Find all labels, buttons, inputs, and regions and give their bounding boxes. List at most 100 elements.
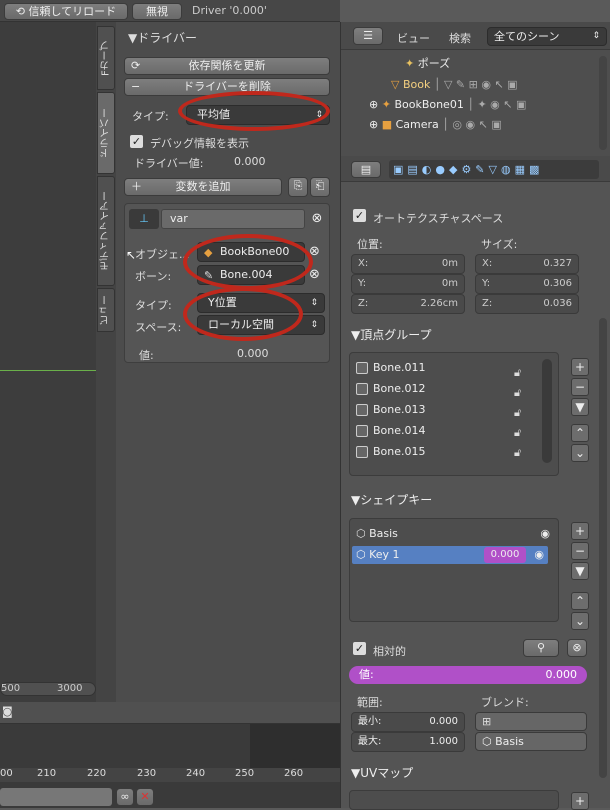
relative-label: 相対的	[373, 645, 406, 658]
editor-type-icon[interactable]: ☰	[353, 27, 383, 45]
close-icon[interactable]: ⊗	[309, 211, 325, 227]
menu-view[interactable]: ビュー	[397, 30, 430, 46]
properties-tabs: ▤ ▣▤◐●◆⚙✎▽◍▦▩	[341, 156, 610, 182]
shape-value-slider[interactable]: 値: 0.000	[349, 666, 587, 684]
outliner-item[interactable]: ✦ ポーズ	[405, 55, 450, 73]
outliner-scrollbar[interactable]	[599, 56, 607, 150]
outliner-item[interactable]: ⊕ ✦ BookBone01 │ ✦ ◉ ↖ ▣	[369, 96, 526, 114]
list-item[interactable]: Bone.011	[356, 359, 426, 377]
space-label: スペース:	[135, 321, 182, 334]
vertex-group-icon	[356, 425, 368, 437]
variable-name-field[interactable]: var	[161, 209, 305, 229]
vertex-group-icon	[356, 404, 368, 416]
uv-maps-header[interactable]: ▼UVマップ	[351, 764, 413, 781]
ignore-button[interactable]: 無視	[132, 3, 182, 20]
editor-type-icon[interactable]: ▤	[351, 161, 381, 178]
location-z-field[interactable]: Z: 2.26cm	[351, 294, 465, 314]
tab-view[interactable]: ビュー	[97, 288, 115, 332]
pin-icon[interactable]: ⚲	[523, 639, 559, 657]
chevron-updown-icon: ⇕	[310, 298, 318, 308]
vertex-groups-list[interactable]: Bone.011 Bone.012 Bone.013 Bone.014 Bone…	[349, 352, 559, 476]
armature-icon: ✦	[381, 98, 391, 111]
tab-modifiers[interactable]: モディファイアー	[97, 176, 115, 286]
graph-editor[interactable]: 500 3000	[0, 22, 96, 702]
bottom-field[interactable]	[0, 788, 112, 806]
tab-drivers[interactable]: ドライバー	[97, 92, 115, 174]
var-value-label: 値:	[139, 349, 154, 362]
unlink-icon[interactable]: ✕	[136, 788, 154, 806]
scene-select[interactable]: 全てのシーン ⇕	[487, 27, 607, 46]
list-item[interactable]: Bone.012	[356, 380, 426, 398]
annotation-circle	[183, 234, 313, 290]
location-x-field[interactable]: X: 0m	[351, 254, 465, 274]
size-y-field[interactable]: Y: 0.306	[475, 274, 579, 294]
show-debug-checkbox[interactable]: ✓	[130, 135, 143, 148]
move-down-button[interactable]: ⌄	[571, 612, 589, 630]
add-shape-key-button[interactable]: +	[571, 522, 589, 540]
outliner-item[interactable]: ▽ Book │ ▽ ✎ ⊞ ◉ ↖ ▣	[391, 76, 518, 94]
bone-label: ボーン:	[135, 270, 172, 283]
copy-variables-icon[interactable]: ⎘	[288, 177, 308, 197]
driver-name: Driver '0.000'	[192, 4, 267, 17]
shape-keys-header[interactable]: ▼シェイプキー	[351, 491, 432, 508]
paste-variables-icon[interactable]: ⎗	[310, 177, 330, 197]
driver-panel-header[interactable]: ▼ドライバー	[128, 29, 197, 46]
range-label: 範囲:	[357, 696, 383, 709]
horizontal-scrollbar[interactable]: 500 3000	[0, 682, 96, 696]
uv-maps-list[interactable]	[349, 790, 559, 810]
add-uv-button[interactable]: +	[571, 792, 589, 810]
list-item[interactable]: Bone.014	[356, 422, 426, 440]
annotation-circle	[178, 91, 330, 131]
shape-key-menu-button[interactable]: ▼	[571, 562, 589, 580]
list-item[interactable]: Bone.013	[356, 401, 426, 419]
vertex-group-field[interactable]: ⊞	[475, 712, 587, 731]
variable-box: ⊥ var ⊗ オブジェ... ◆ BookBone00 ⊗ ボーン: ✎ Bo…	[124, 203, 330, 363]
auto-texspace-checkbox[interactable]: ✓	[353, 209, 366, 222]
timeline[interactable]: ◙ 00 210 220 230 240 250 260 ∞ ✕	[0, 702, 340, 808]
link-icon[interactable]: ∞	[116, 788, 134, 806]
lock-icon[interactable]: 🔓︎ 🔓︎ 🔓︎ 🔓︎ 🔓︎	[514, 363, 521, 463]
add-vertex-group-button[interactable]: +	[571, 358, 589, 376]
vertical-tabs: Fカーブ ドライバー モディファイアー ビュー	[96, 22, 116, 702]
reload-trusted-button[interactable]: ⟲ 信頼してリロード	[4, 3, 128, 20]
clear-weights-icon[interactable]: ⊗	[567, 639, 587, 657]
location-y-field[interactable]: Y: 0m	[351, 274, 465, 294]
eye-icon: ◉	[534, 548, 544, 561]
shape-keys-list[interactable]: ⬡ Basis ◉ ⬡ Key 1 0.000 ◉	[349, 518, 559, 622]
tab-fcurve[interactable]: Fカーブ	[97, 26, 115, 90]
list-item[interactable]: ⬡ Basis ◉	[356, 525, 552, 543]
auto-texspace-label: オートテクスチャスペース	[373, 212, 504, 225]
list-item[interactable]: Bone.015	[356, 443, 426, 461]
update-dependencies-button[interactable]: ⟳ 依存関係を更新	[124, 57, 330, 75]
annotation-circle	[183, 287, 303, 341]
list-scrollbar[interactable]	[542, 359, 552, 463]
blend-field[interactable]: ⬡ Basis	[475, 732, 587, 751]
var-type-label: タイプ:	[135, 299, 172, 312]
add-variable-button[interactable]: ＋ 変数を追加	[124, 178, 282, 196]
relative-checkbox[interactable]: ✓	[353, 642, 366, 655]
move-up-button[interactable]: ⌃	[571, 592, 589, 610]
driver-value: 0.000	[234, 155, 266, 168]
remove-shape-key-button[interactable]: −	[571, 542, 589, 560]
size-label: サイズ:	[481, 238, 518, 251]
ghost-icon: ◙	[2, 705, 13, 718]
context-tabs-icon[interactable]: ▣▤◐●◆⚙✎▽◍▦▩	[389, 160, 599, 179]
move-up-button[interactable]: ⌃	[571, 424, 589, 442]
chevron-updown-icon: ⇕	[310, 320, 318, 330]
vertex-groups-header[interactable]: ▼頂点グループ	[351, 326, 432, 343]
chevron-updown-icon: ⇕	[592, 31, 600, 41]
reload-icon: ⟲	[15, 5, 26, 18]
move-down-button[interactable]: ⌄	[571, 444, 589, 462]
max-field[interactable]: 最大: 1.000	[351, 732, 465, 752]
list-item-selected[interactable]: ⬡ Key 1 0.000 ◉	[352, 546, 548, 564]
properties-scrollbar[interactable]	[599, 318, 607, 778]
variable-type-icon[interactable]: ⊥	[129, 209, 159, 229]
vertex-group-menu-button[interactable]: ▼	[571, 398, 589, 416]
menu-search[interactable]: 検索	[449, 30, 471, 46]
size-z-field[interactable]: Z: 0.036	[475, 294, 579, 314]
min-field[interactable]: 最小: 0.000	[351, 712, 465, 732]
size-x-field[interactable]: X: 0.327	[475, 254, 579, 274]
remove-vertex-group-button[interactable]: −	[571, 378, 589, 396]
armature-icon: ▽	[391, 78, 400, 91]
outliner-item[interactable]: ⊕ ■ Camera │ ◎ ◉ ↖ ▣	[369, 116, 502, 134]
